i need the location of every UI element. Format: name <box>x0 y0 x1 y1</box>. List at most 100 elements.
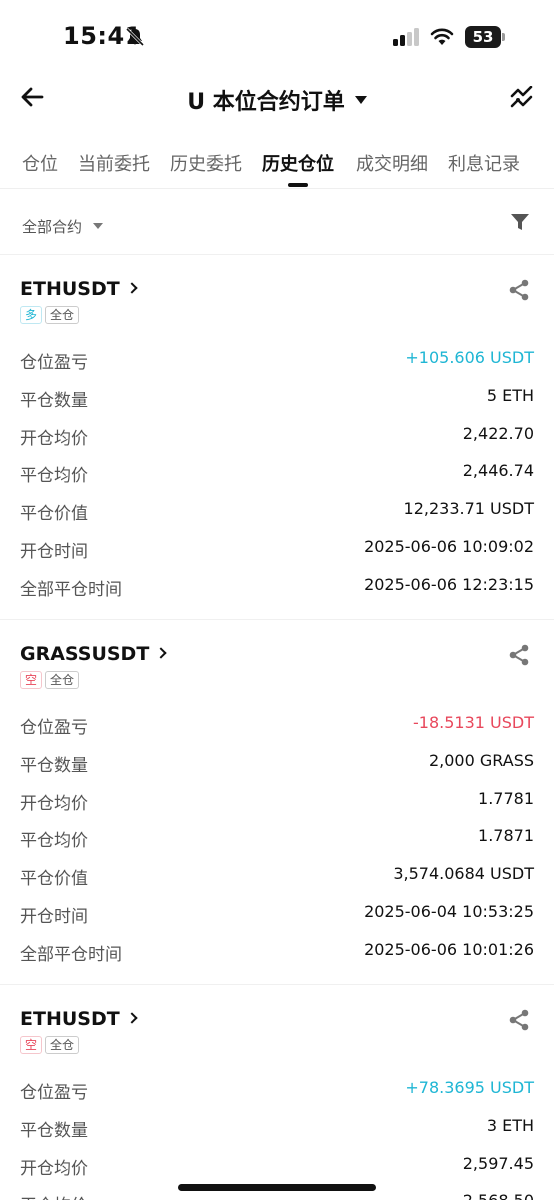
side-badge: 空 <box>20 1036 43 1054</box>
home-indicator <box>178 1184 376 1191</box>
detail-row-pnl: 仓位盈亏 +78.3695 USDT <box>0 1070 554 1108</box>
section-divider <box>0 254 554 255</box>
symbol-name: GRASSUSDT <box>20 643 150 665</box>
row-label: 仓位盈亏 <box>20 718 88 738</box>
detail-row: 平仓价值 3,574.0684 USDT <box>0 856 554 894</box>
detail-row: 平仓价值 12,233.71 USDT <box>0 491 554 529</box>
active-tab-indicator <box>288 183 308 187</box>
row-value: 2025-06-06 12:23:15 <box>364 575 534 594</box>
position-card[interactable]: GRASSUSDT 空全仓 仓位盈亏 -18.5131 USDT 平仓数量 2,00… <box>0 621 554 983</box>
row-label: 全部平仓时间 <box>20 945 122 965</box>
page-title: U 本位合约订单 <box>187 90 345 115</box>
row-value: 5 ETH <box>486 386 534 405</box>
tab-positions[interactable]: 仓位 <box>22 150 58 176</box>
tabs-divider <box>0 188 554 189</box>
contract-filter-dropdown[interactable]: 全部合约 <box>22 216 82 237</box>
detail-row: 平仓均价 2,446.74 <box>0 453 554 491</box>
order-tabs: 仓位 当前委托 历史委托 历史仓位 成交明细 利息记录 <box>0 146 554 190</box>
badges: 空全仓 <box>20 1036 82 1056</box>
tab-position-history[interactable]: 历史仓位 <box>262 150 334 176</box>
bell-muted-icon <box>125 27 145 47</box>
share-icon[interactable] <box>508 1009 530 1031</box>
detail-row-pnl: 仓位盈亏 -18.5131 USDT <box>0 705 554 743</box>
chevron-right-icon <box>126 281 138 294</box>
margin-mode-badge: 全仓 <box>45 306 80 324</box>
title-dropdown[interactable]: U 本位合约订单 <box>0 84 554 116</box>
badges: 多全仓 <box>20 306 82 326</box>
row-label: 开仓均价 <box>20 1159 88 1179</box>
detail-row: 平仓数量 3 ETH <box>0 1108 554 1146</box>
section-divider <box>0 984 554 985</box>
detail-row: 开仓时间 2025-06-04 10:53:25 <box>0 894 554 932</box>
tab-order-history[interactable]: 历史委托 <box>170 150 242 176</box>
battery-icon: 53 <box>465 26 505 48</box>
share-icon[interactable] <box>508 279 530 301</box>
section-divider <box>0 619 554 620</box>
row-value: 12,233.71 USDT <box>403 499 534 518</box>
row-label: 开仓时间 <box>20 907 88 927</box>
margin-mode-badge: 全仓 <box>45 671 80 689</box>
position-card[interactable]: ETHUSDT 空全仓 仓位盈亏 +78.3695 USDT 平仓数量 3 ETH … <box>0 986 554 1200</box>
row-label: 平仓价值 <box>20 869 88 889</box>
symbol-name: ETHUSDT <box>20 1008 120 1030</box>
row-value: -18.5131 USDT <box>413 713 534 732</box>
row-value: 2,597.45 <box>462 1154 534 1173</box>
detail-row: 平仓数量 5 ETH <box>0 378 554 416</box>
side-badge: 空 <box>20 671 43 689</box>
tab-trade-history[interactable]: 成交明细 <box>356 150 428 176</box>
chevron-right-icon <box>155 646 167 659</box>
row-value: 3,574.0684 USDT <box>393 864 534 883</box>
row-label: 开仓均价 <box>20 794 88 814</box>
detail-row: 开仓均价 1.7781 <box>0 781 554 819</box>
row-value: 2,422.70 <box>462 424 534 443</box>
wifi-icon <box>430 28 454 45</box>
row-value: 1.7781 <box>478 789 534 808</box>
row-value: +105.606 USDT <box>405 348 534 367</box>
row-label: 全部平仓时间 <box>20 580 122 600</box>
row-label: 平仓均价 <box>20 466 88 486</box>
row-label: 仓位盈亏 <box>20 1083 88 1103</box>
symbol-link[interactable]: ETHUSDT <box>20 1008 138 1030</box>
row-label: 仓位盈亏 <box>20 353 88 373</box>
row-value: 2,568.50 <box>463 1191 534 1200</box>
detail-row: 平仓均价 1.7871 <box>0 818 554 856</box>
symbol-link[interactable]: GRASSUSDT <box>20 643 167 665</box>
detail-row: 平仓数量 2,000 GRASS <box>0 743 554 781</box>
badges: 空全仓 <box>20 671 82 691</box>
row-label: 平仓数量 <box>20 1121 88 1141</box>
side-badge: 多 <box>20 306 43 324</box>
row-label: 平仓价值 <box>20 504 88 524</box>
detail-row: 全部平仓时间 2025-06-06 12:23:15 <box>0 567 554 605</box>
share-icon[interactable] <box>508 644 530 666</box>
row-value: 2,000 GRASS <box>428 751 534 770</box>
caret-down-icon <box>354 96 367 104</box>
detail-row: 开仓时间 2025-06-06 10:09:02 <box>0 529 554 567</box>
tab-open-orders[interactable]: 当前委托 <box>78 150 150 176</box>
row-value: 2025-06-04 10:53:25 <box>364 902 534 921</box>
chevron-right-icon <box>126 1011 138 1024</box>
detail-row-pnl: 仓位盈亏 +105.606 USDT <box>0 340 554 378</box>
row-value: 1.7871 <box>478 826 534 845</box>
row-value: 2,446.74 <box>462 461 534 480</box>
caret-down-icon <box>93 223 103 229</box>
row-label: 平仓数量 <box>20 391 88 411</box>
status-bar: 15:41 53 <box>0 0 554 72</box>
pnl-analysis-icon[interactable] <box>510 86 534 110</box>
battery-level: 53 <box>465 26 501 48</box>
row-label: 平仓均价 <box>20 831 88 851</box>
symbol-link[interactable]: ETHUSDT <box>20 278 138 300</box>
detail-row: 开仓均价 2,422.70 <box>0 416 554 454</box>
filter-icon[interactable] <box>510 212 530 232</box>
position-card[interactable]: ETHUSDT 多全仓 仓位盈亏 +105.606 USDT 平仓数量 5 ETH … <box>0 256 554 618</box>
row-label: 平仓均价 <box>20 1191 88 1200</box>
row-label: 开仓时间 <box>20 542 88 562</box>
tab-interest-records[interactable]: 利息记录 <box>448 150 520 176</box>
nav-header: U 本位合约订单 <box>0 76 554 124</box>
symbol-name: ETHUSDT <box>20 278 120 300</box>
detail-row: 全部平仓时间 2025-06-06 10:01:26 <box>0 932 554 970</box>
row-value: 3 ETH <box>486 1116 534 1135</box>
row-value: 2025-06-06 10:01:26 <box>364 940 534 959</box>
row-label: 平仓数量 <box>20 756 88 776</box>
row-value: +78.3695 USDT <box>405 1078 534 1097</box>
row-label: 开仓均价 <box>20 429 88 449</box>
